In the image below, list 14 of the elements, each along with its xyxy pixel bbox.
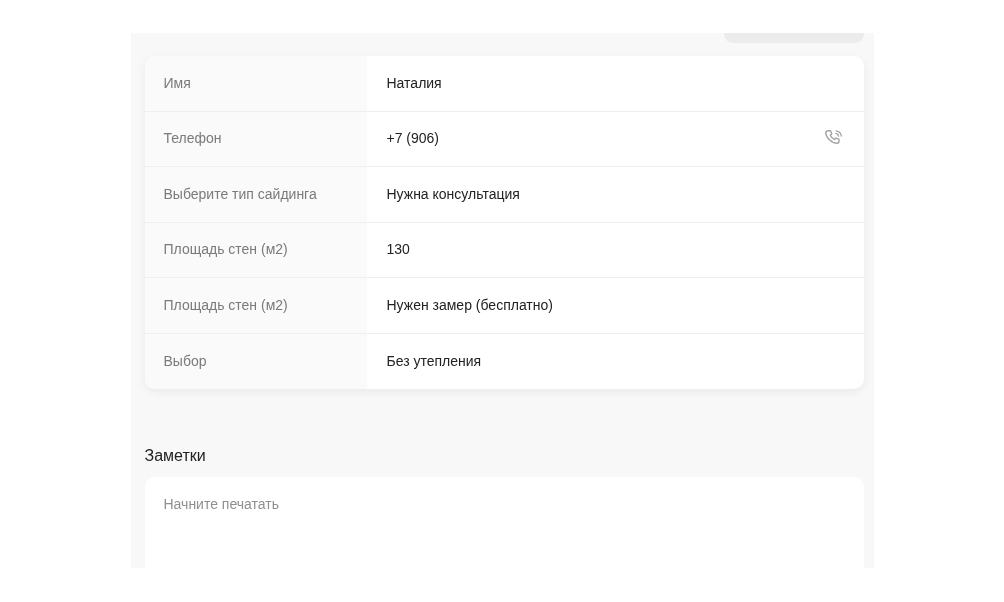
field-value: Без утепления [386, 351, 482, 371]
label-cell: Телефон [144, 111, 367, 166]
notes-field[interactable]: Начните печатать [144, 477, 864, 568]
field-value: 130 [386, 240, 410, 260]
field-value: Нужна консультация [386, 184, 520, 204]
label-cell: Выберите тип сайдинга [144, 167, 367, 222]
field-value: Наталия [386, 73, 442, 93]
phone-number: +7 (906) [386, 129, 440, 149]
field-value: Нужен замер (бесплатно) [386, 295, 553, 315]
label-cell: Выбор [144, 333, 367, 389]
label-cell: Площадь стен (м2) [144, 278, 367, 333]
label-cell: Имя [144, 56, 367, 111]
notes-heading: Заметки [144, 446, 206, 466]
label-cell: Площадь стен (м2) [144, 222, 367, 277]
